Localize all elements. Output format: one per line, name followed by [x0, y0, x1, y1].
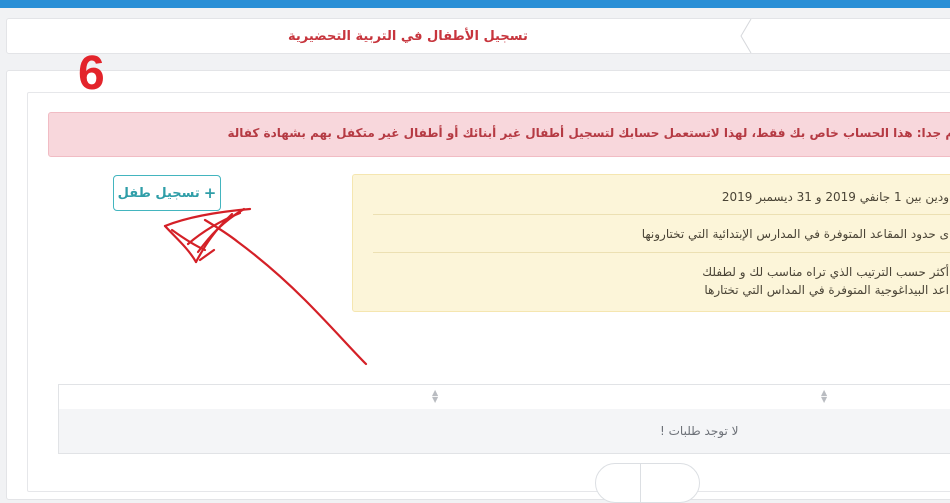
plus-icon: + — [203, 184, 217, 202]
pagination-next-button[interactable] — [640, 463, 700, 503]
note-item: اعد البيداغوجية المتوفرة في المداس التي … — [704, 283, 949, 297]
table-empty-row: لا توجد طلبات ! — [59, 409, 950, 453]
sort-icon[interactable]: ▲ ▼ — [432, 389, 438, 404]
breadcrumb: تسجيل الأطفال في التربية التحضيرية — [6, 18, 950, 54]
breadcrumb-chevron-icon — [740, 19, 752, 53]
table-header: ▲ ▼ ▲ ▼ — [59, 385, 950, 410]
note-item: أكثر حسب الترتيب الذي تراه مناسب لك و لط… — [702, 265, 949, 279]
note-divider — [373, 252, 950, 253]
info-notes-box: ودين بين 1 جانفي 2019 و 31 ديسمبر 2019 ى… — [352, 174, 950, 312]
page-title: تسجيل الأطفال في التربية التحضيرية — [288, 29, 528, 44]
sort-icon[interactable]: ▲ ▼ — [821, 389, 827, 404]
register-child-label: تسجيل طفل — [117, 185, 200, 201]
note-divider — [373, 214, 950, 215]
note-item: ى حدود المقاعد المتوفرة في المدارس الإبت… — [641, 227, 949, 241]
warning-alert-danger: هام جدا: هذا الحساب خاص بك فقط، لهذا لات… — [48, 112, 950, 157]
annotation-step-number: 6 — [78, 47, 105, 100]
top-accent-bar — [0, 0, 950, 8]
note-item: ودين بين 1 جانفي 2019 و 31 ديسمبر 2019 — [721, 190, 949, 204]
register-child-button[interactable]: + تسجيل طفل — [113, 175, 221, 211]
applications-table: ▲ ▼ ▲ ▼ لا توجد طلبات ! — [58, 384, 950, 454]
alert-danger-text: هام جدا: هذا الحساب خاص بك فقط، لهذا لات… — [227, 126, 950, 140]
empty-table-message: لا توجد طلبات ! — [660, 424, 739, 438]
pagination-prev-button[interactable] — [595, 463, 641, 503]
